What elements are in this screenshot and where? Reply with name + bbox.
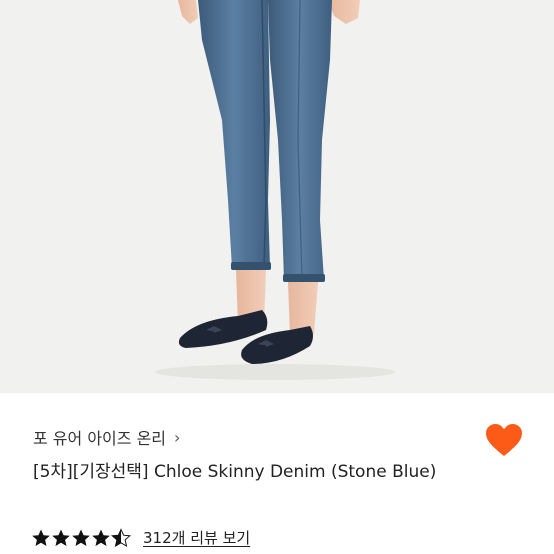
review-count-link[interactable]: 312개 리뷰 보기: [143, 527, 250, 548]
chevron-right-icon: ›: [174, 427, 181, 447]
product-title[interactable]: [5차][기장선택] Chloe Skinny Denim (Stone Blu…: [33, 459, 463, 485]
brand-name: 포 유어 아이즈 온리: [33, 429, 167, 448]
half-star-icon: [111, 528, 131, 546]
star-icon: [72, 529, 90, 546]
product-photo: [0, 0, 554, 393]
star-icon: [52, 529, 70, 546]
wishlist-heart-icon: [486, 424, 522, 456]
star-icon: [32, 529, 50, 546]
star-icon: [92, 529, 110, 546]
rating-row: 312개 리뷰 보기: [31, 527, 250, 548]
heart-icon[interactable]: [485, 423, 523, 457]
brand-link[interactable]: 포 유어 아이즈 온리 ›: [33, 425, 180, 449]
star-icon-group: [32, 528, 131, 546]
product-image[interactable]: [0, 0, 554, 393]
rating-stars: [31, 528, 133, 548]
product-info-panel: 포 유어 아이즈 온리 › [5차][기장선택] Chloe Skinny De…: [0, 393, 554, 554]
